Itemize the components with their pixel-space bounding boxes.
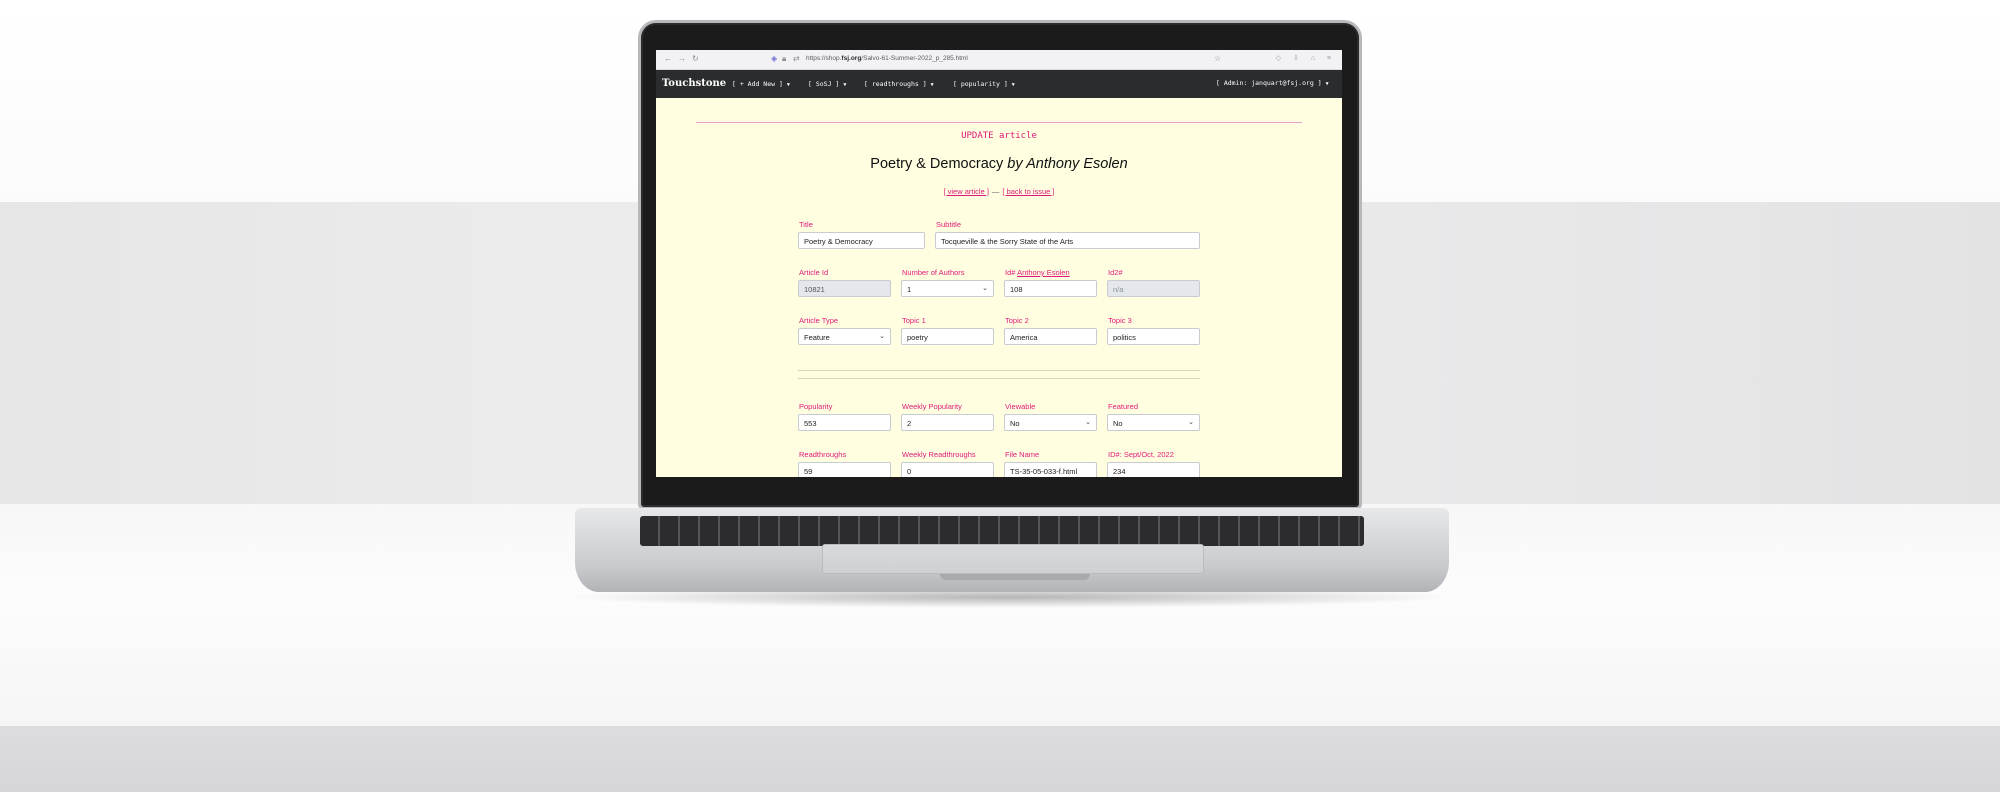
topic3-field[interactable]: politics: [1107, 328, 1200, 345]
nav-readthroughs-label: [ readthroughs ]: [864, 80, 927, 88]
featured-value: No: [1113, 419, 1123, 428]
readthroughs-field[interactable]: 59: [798, 462, 891, 477]
url-prefix: https://shop.: [806, 55, 842, 62]
chevron-down-icon: ⌄: [1085, 419, 1091, 426]
chevron-down-icon: ⌄: [1188, 419, 1194, 426]
divider: [696, 122, 1302, 123]
nav-add-new[interactable]: [ + Add New ] ▼: [732, 80, 790, 88]
nav-admin-label: [ Admin: janquart@fsj.org ]: [1216, 79, 1322, 87]
article-id-label: Article Id: [799, 268, 829, 277]
weekly-popularity-label: Weekly Popularity: [902, 402, 962, 411]
featured-select[interactable]: No ⌄: [1107, 414, 1200, 431]
id1-label: Id# Anthony Esolen: [1005, 268, 1070, 277]
laptop-screen: ← → ↻ ◈ 🔒︎ ⇄ https://shop.fsj.org/Salvo-…: [656, 50, 1342, 477]
address-bar[interactable]: https://shop.fsj.org/Salvo-61-Summer-202…: [806, 55, 968, 62]
nav-add-new-label: [ + Add New ]: [732, 80, 783, 88]
back-icon[interactable]: ←: [664, 54, 672, 63]
id1-field[interactable]: 108: [1004, 280, 1097, 297]
id2-field: n/a: [1107, 280, 1200, 297]
nav-popularity-label: [ popularity ]: [953, 80, 1008, 88]
viewable-label: Viewable: [1005, 402, 1036, 411]
nav-admin[interactable]: [ Admin: janquart@fsj.org ] ▼: [1216, 79, 1329, 87]
article-headline: Poetry & Democracy by Anthony Esolen: [656, 156, 1342, 172]
view-article-link[interactable]: [ view article ]: [943, 187, 988, 196]
laptop-trackpad: [822, 544, 1204, 574]
caret-down-icon: ▼: [930, 82, 934, 88]
link-separator: —: [991, 187, 1000, 196]
featured-label: Featured: [1108, 402, 1139, 411]
app-navbar: Touchstone [ + Add New ] ▼ [ SoSJ ] ▼ [ re…: [656, 70, 1342, 98]
weekly-popularity-field[interactable]: 2: [901, 414, 994, 431]
browser-toolbar: ← → ↻ ◈ 🔒︎ ⇄ https://shop.fsj.org/Salvo-…: [656, 50, 1342, 70]
nav-sosj[interactable]: [ SoSJ ] ▼: [808, 80, 846, 88]
viewable-value: No: [1010, 419, 1020, 428]
nav-readthroughs[interactable]: [ readthroughs ] ▼: [864, 80, 934, 88]
caret-down-icon: ▼: [843, 82, 847, 88]
url-path: /Salvo-61-Summer-2022_p_285.html: [861, 55, 968, 62]
caret-down-icon: ▼: [1011, 82, 1015, 88]
topic1-label: Topic 1: [902, 316, 926, 325]
file-name-label: File Name: [1005, 450, 1040, 459]
back-to-issue-link[interactable]: [ back to issue ]: [1002, 187, 1054, 196]
topic2-field[interactable]: America: [1004, 328, 1097, 345]
viewable-select[interactable]: No ⌄: [1004, 414, 1097, 431]
laptop-notch: [940, 574, 1090, 580]
desk-edge: [0, 726, 2000, 792]
nav-sosj-label: [ SoSJ ]: [808, 80, 840, 88]
issue-id-field[interactable]: 234: [1107, 462, 1200, 477]
title-field[interactable]: Poetry & Democracy: [798, 232, 925, 249]
brand-logo[interactable]: Touchstone: [662, 78, 726, 89]
lock-icon[interactable]: 🔒︎: [782, 54, 786, 64]
author-link[interactable]: Anthony Esolen: [1017, 268, 1070, 277]
title-label: Title: [799, 220, 813, 229]
article-type-select[interactable]: Feature ⌄: [798, 328, 891, 345]
article-id-field: 10821: [798, 280, 891, 297]
id2-label: Id2#: [1108, 268, 1123, 277]
section-divider: [798, 370, 1200, 371]
chevron-down-icon: ⌄: [879, 333, 885, 340]
topic1-field[interactable]: poetry: [901, 328, 994, 345]
file-name-field[interactable]: TS-35-05-033-f.html: [1004, 462, 1097, 477]
subtitle-label: Subtitle: [936, 220, 962, 229]
weekly-readthroughs-label: Weekly Readthroughs: [902, 450, 976, 459]
chevron-down-icon: ⌄: [982, 285, 988, 292]
reload-icon[interactable]: ↻: [692, 54, 699, 63]
nav-popularity[interactable]: [ popularity ] ▼: [953, 80, 1015, 88]
article-links: [ view article ] —[ back to issue ]: [656, 187, 1342, 196]
article-type-label: Article Type: [799, 316, 839, 325]
url-domain: fsj.org: [841, 55, 862, 62]
readthroughs-label: Readthroughs: [799, 450, 847, 459]
topic3-label: Topic 3: [1108, 316, 1132, 325]
topic2-label: Topic 2: [1005, 316, 1029, 325]
popularity-field[interactable]: 553: [798, 414, 891, 431]
forward-icon[interactable]: →: [678, 54, 686, 63]
browser-extension-icons[interactable]: ◇ ⇩ ⌂ ≡: [1276, 54, 1336, 62]
number-of-authors-select[interactable]: 1 ⌄: [901, 280, 994, 297]
page-heading: UPDATE article: [961, 131, 1037, 141]
section-divider: [798, 378, 1200, 379]
caret-down-icon: ▼: [1325, 81, 1329, 87]
popularity-label: Popularity: [799, 402, 833, 411]
weekly-readthroughs-field[interactable]: 0: [901, 462, 994, 477]
number-of-authors-value: 1: [907, 285, 912, 294]
id1-label-prefix: Id#: [1005, 268, 1018, 277]
article-title: Poetry & Democracy: [870, 156, 1004, 172]
subtitle-field[interactable]: Tocqueville & the Sorry State of the Art…: [935, 232, 1200, 249]
page-content: UPDATE article Poetry & Democracy by Ant…: [656, 98, 1342, 477]
article-type-value: Feature: [804, 333, 830, 342]
issue-id-label: ID#: Sept/Oct, 2022: [1108, 450, 1174, 459]
bookmark-star-icon[interactable]: ☆: [1214, 54, 1221, 63]
article-byline: by Anthony Esolen: [1007, 156, 1128, 172]
number-of-authors-label: Number of Authors: [902, 268, 965, 277]
shield-icon[interactable]: ◈: [771, 54, 777, 63]
permissions-icon[interactable]: ⇄: [793, 54, 800, 63]
caret-down-icon: ▼: [786, 82, 790, 88]
laptop-keyboard: [640, 516, 1364, 546]
